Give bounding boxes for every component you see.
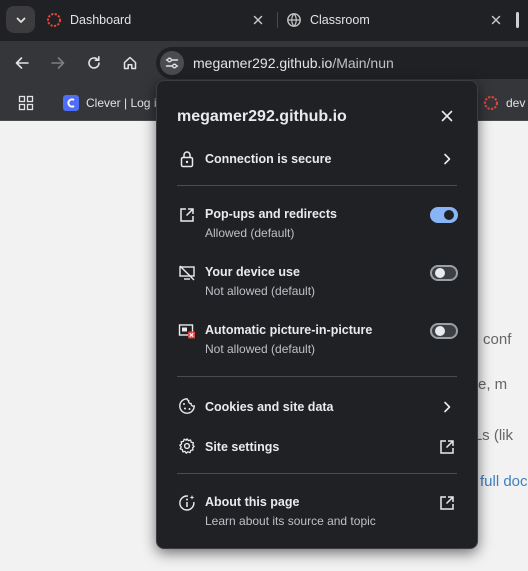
permission-pip-row[interactable]: Automatic picture-in-picture Not allowed… [157,317,479,361]
device-use-off-icon [177,263,197,283]
lock-icon [177,149,197,169]
url-text[interactable]: megamer292.github.io/Main/nun [193,55,394,71]
about-page-row[interactable]: About this page Learn about its source a… [157,489,479,533]
divider [177,473,457,474]
connection-label: Connection is secure [205,152,332,166]
permission-popups-row[interactable]: Pop-ups and redirects Allowed (default) [157,201,479,245]
permission-title: Pop-ups and redirects [205,207,337,221]
site-settings-label: Site settings [205,440,280,454]
open-in-new-icon [437,437,457,457]
cookie-icon [177,396,197,416]
close-tab-icon[interactable] [250,12,266,28]
dashboard-favicon-icon [483,95,499,111]
popup-title: megamer292.github.io [177,108,347,125]
pip-toggle[interactable] [430,323,458,339]
toggle-knob [435,326,445,336]
bookmark-clever[interactable]: Clever | Log in [63,91,163,115]
dashboard-favicon-icon [46,12,62,28]
divider [177,185,457,186]
about-title: About this page [205,495,300,509]
chevron-down-icon [16,17,25,23]
page-link[interactable]: full doc [480,473,528,490]
url-path: /Main/nun [332,55,394,71]
close-tab-icon[interactable] [488,12,504,28]
permission-title: Your device use [205,265,300,279]
chevron-right-icon [437,149,457,169]
permission-title: Automatic picture-in-picture [205,323,373,337]
connection-row[interactable]: Connection is secure [157,143,479,175]
site-settings-row[interactable]: Site settings [157,431,479,463]
about-page-icon [177,493,197,513]
back-button[interactable] [8,49,36,77]
popup-close-button[interactable] [437,106,457,126]
tune-icon [165,57,179,69]
reload-icon [88,56,100,69]
apps-grid-icon [18,95,34,111]
tab-divider [277,12,278,28]
toolbar: megamer292.github.io/Main/nun [0,41,528,85]
globe-icon [286,12,302,28]
url-host: megamer292.github.io [193,55,333,71]
picture-in-picture-blocked-icon [177,321,197,341]
popups-toggle[interactable] [430,207,458,223]
site-info-button[interactable] [160,51,184,75]
toggle-knob [444,210,454,220]
permission-subtitle: Not allowed (default) [205,284,316,298]
arrow-forward-icon [51,57,65,69]
open-in-new-icon [437,493,457,513]
apps-button[interactable] [18,91,34,115]
permission-device-use-row[interactable]: Your device use Not allowed (default) [157,259,479,303]
tab-strip: Dashboard Classroom [0,0,528,41]
bookmark-label: dev [506,96,526,110]
tab-search-button[interactable] [6,6,35,33]
tab-dashboard[interactable]: Dashboard [46,4,272,36]
reload-button[interactable] [80,49,108,77]
cookies-label: Cookies and site data [205,400,334,414]
home-button[interactable] [116,49,144,77]
chevron-right-icon [437,397,457,417]
tab-title: Classroom [310,13,370,27]
permission-subtitle: Allowed (default) [205,226,295,240]
bookmark-label: Clever | Log in [86,96,164,110]
home-icon [123,56,137,70]
open-in-new-icon [177,205,197,225]
device-use-toggle[interactable] [430,265,458,281]
forward-button[interactable] [44,49,72,77]
site-info-popup: megamer292.github.io Connection is secur… [156,80,478,549]
cookies-row[interactable]: Cookies and site data [157,391,479,423]
divider [177,376,457,377]
gear-icon [177,436,197,456]
tab-title: Dashboard [70,13,132,27]
arrow-back-icon [15,57,29,69]
permission-subtitle: Not allowed (default) [205,342,316,356]
bookmark-dev[interactable]: dev [483,91,525,115]
address-bar[interactable]: megamer292.github.io/Main/nun [156,47,528,79]
close-icon [441,110,453,122]
about-subtitle: Learn about its source and topic [205,514,376,528]
clever-favicon-icon [63,95,79,111]
toggle-knob [435,268,445,278]
tab-edge [516,12,519,28]
tab-classroom[interactable]: Classroom [286,4,510,36]
